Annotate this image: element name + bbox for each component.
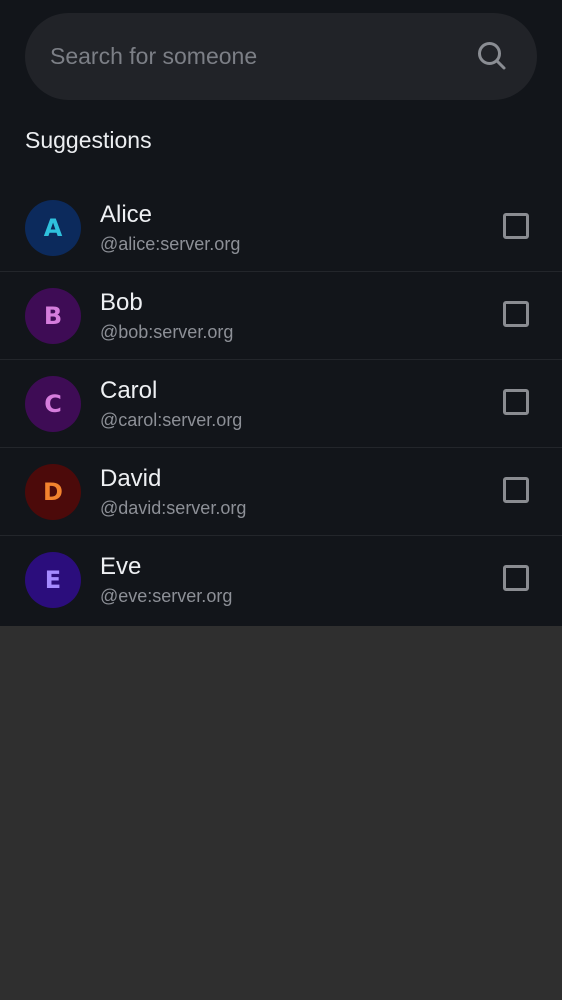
user-name: Eve <box>100 553 142 580</box>
suggestions-heading: Suggestions <box>25 127 152 153</box>
list-item[interactable]: B Bob @bob:server.org <box>0 272 562 360</box>
search-icon[interactable] <box>477 41 507 71</box>
list-item[interactable]: C Carol @carol:server.org <box>0 360 562 448</box>
search-bar[interactable] <box>25 13 537 100</box>
user-handle: @bob:server.org <box>100 322 234 342</box>
select-checkbox[interactable] <box>503 213 529 239</box>
user-name: Bob <box>100 289 143 316</box>
avatar: A <box>25 200 81 256</box>
select-checkbox[interactable] <box>503 301 529 327</box>
user-handle: @david:server.org <box>100 498 247 518</box>
avatar: E <box>25 552 81 608</box>
avatar: C <box>25 376 81 432</box>
avatar: D <box>25 464 81 520</box>
user-name: David <box>100 465 162 492</box>
select-checkbox[interactable] <box>503 565 529 591</box>
list-item[interactable]: E Eve @eve:server.org <box>0 536 562 624</box>
select-checkbox[interactable] <box>503 389 529 415</box>
user-handle: @alice:server.org <box>100 234 241 254</box>
search-input[interactable] <box>50 13 470 100</box>
user-handle: @eve:server.org <box>100 586 233 606</box>
suggestions-panel: Suggestions A Alice @alice:server.org B … <box>0 0 562 626</box>
list-item[interactable]: D David @david:server.org <box>0 448 562 536</box>
user-handle: @carol:server.org <box>100 410 243 430</box>
user-name: Carol <box>100 377 158 404</box>
select-checkbox[interactable] <box>503 477 529 503</box>
suggestions-list: A Alice @alice:server.org B Bob @bob:ser… <box>0 184 562 624</box>
list-item[interactable]: A Alice @alice:server.org <box>0 184 562 272</box>
user-name: Alice <box>100 201 153 228</box>
avatar: B <box>25 288 81 344</box>
